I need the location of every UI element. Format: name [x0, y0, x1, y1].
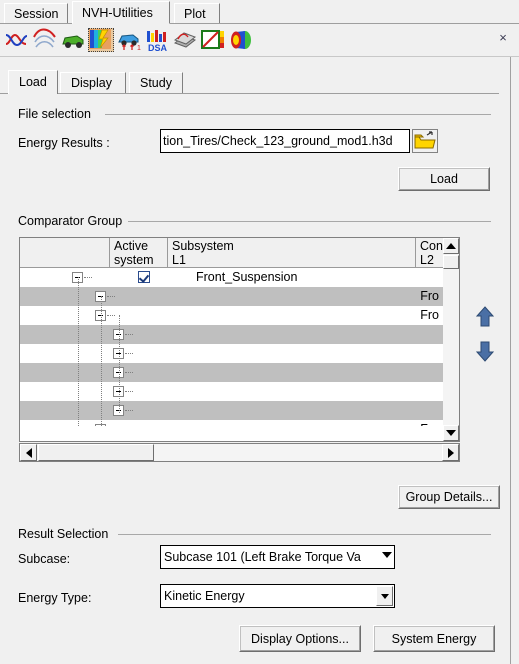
subcase-dropdown[interactable]: Subcase 101 (Left Brake Torque Va [160, 545, 395, 569]
comparator-table[interactable]: Active system Subsystem L1 Con L2 Front_… [19, 237, 460, 442]
sub-tab-divider [0, 93, 499, 94]
energy-type-label: Energy Type: [18, 591, 92, 605]
display-options-button[interactable]: Display Options... [239, 625, 361, 652]
panel-right-margin [511, 57, 519, 664]
active-system-checkbox[interactable] [138, 271, 150, 283]
tab-display[interactable]: Display [60, 72, 126, 93]
table-vertical-scrollbar[interactable] [443, 238, 459, 441]
triangle-left-icon [25, 447, 32, 458]
comparator-group-line [128, 221, 491, 222]
top-tab-bar: Session NVH-Utilities Plot [0, 0, 519, 24]
green-car-icon[interactable] [60, 28, 86, 52]
tab-nvh-utilities[interactable]: NVH-Utilities [72, 1, 170, 24]
energy-results-label: Energy Results : [18, 136, 110, 150]
curve-crossing-icon[interactable] [4, 28, 30, 52]
load-button-label: Load [430, 172, 458, 186]
table-header-connection[interactable]: Con L2 [416, 238, 445, 268]
table-row[interactable]: Front_Suspension [20, 268, 445, 287]
tab-study[interactable]: Study [129, 72, 183, 93]
close-icon[interactable]: × [495, 30, 511, 46]
svg-text:1: 1 [137, 45, 141, 52]
scroll-left-button[interactable] [20, 444, 37, 461]
chevron-down-icon[interactable] [382, 552, 392, 558]
triangle-right-icon [447, 447, 454, 458]
table-header-active-system[interactable]: Active system [110, 238, 168, 268]
tree-connector [107, 315, 115, 317]
system-energy-button-label: System Energy [391, 631, 477, 646]
tree-connector [125, 353, 133, 355]
tree-connector [125, 391, 133, 393]
group-details-button[interactable]: Group Details... [398, 485, 500, 509]
result-selection-group-label: Result Selection [18, 527, 115, 541]
scroll-right-button[interactable] [442, 444, 459, 461]
table-row[interactable]: Fro [20, 287, 445, 306]
connection-cell: Fro [420, 308, 439, 322]
sub-tab-bar: Load Display Study [0, 70, 511, 94]
icon-toolbar: 1 DSA [0, 24, 519, 56]
subcase-value: Subcase 101 (Left Brake Torque Va [164, 550, 361, 564]
table-row[interactable] [20, 325, 445, 344]
table-header-subsystem[interactable]: Subsystem L1 [168, 238, 416, 268]
tree-connector [107, 296, 115, 298]
arrow-down-icon[interactable] [474, 339, 496, 366]
scroll-down-button[interactable] [443, 425, 459, 441]
tab-load[interactable]: Load [8, 70, 58, 94]
table-row[interactable]: Fro [20, 306, 445, 325]
table-row[interactable] [20, 382, 445, 401]
triangle-down-icon [380, 593, 389, 599]
chevron-down-icon[interactable] [376, 586, 393, 606]
system-energy-button[interactable]: System Energy [373, 625, 495, 652]
tree-connector [125, 334, 133, 336]
cylinder-contour-icon[interactable] [228, 28, 254, 52]
diagonal-plot-icon[interactable] [200, 28, 226, 52]
connection-cell: Fro [420, 420, 439, 426]
subcase-label: Subcase: [18, 552, 71, 566]
energy-type-value: Kinetic Energy [164, 589, 245, 603]
tree-guide-line [101, 296, 103, 426]
file-selection-group-label: File selection [18, 107, 97, 121]
energy-type-dropdown[interactable]: Kinetic Energy [160, 584, 395, 608]
comparator-group-label: Comparator Group [18, 214, 129, 228]
tree-guide-line [78, 277, 80, 426]
tree-guide-line [119, 315, 121, 413]
group-details-button-label: Group Details... [405, 490, 493, 504]
scroll-up-button[interactable] [443, 238, 459, 254]
tree-connector [125, 410, 133, 412]
tree-connector [84, 277, 92, 279]
table-body: Front_Suspension Fro Fro [20, 268, 445, 426]
energy-results-input[interactable]: tion_Tires/Check_123_ground_mod1.h3d [160, 129, 410, 153]
table-row[interactable] [20, 363, 445, 382]
tree-connector [125, 372, 133, 374]
tab-plot[interactable]: Plot [174, 3, 220, 24]
triangle-down-icon [446, 430, 456, 436]
arrow-up-icon[interactable] [474, 305, 496, 332]
connection-cell: Fro [420, 289, 439, 303]
vertical-scroll-thumb[interactable] [443, 255, 459, 269]
blue-car-forces-icon[interactable]: 1 [116, 28, 142, 52]
nvh-utilities-panel: Load Display Study File selection Energy… [0, 57, 511, 664]
result-selection-group-line [118, 534, 491, 535]
mode-shape-icon[interactable] [32, 28, 58, 52]
triangle-up-icon [446, 243, 456, 249]
load-button[interactable]: Load [398, 167, 490, 191]
table-row[interactable] [20, 344, 445, 363]
file-selection-group-line [105, 114, 491, 115]
svg-text:DSA: DSA [148, 43, 168, 52]
dsa-bars-icon[interactable]: DSA [144, 28, 170, 52]
open-folder-icon[interactable] [412, 129, 438, 153]
subsystem-cell: Front_Suspension [196, 270, 298, 284]
tab-session[interactable]: Session [4, 3, 68, 24]
display-options-button-label: Display Options... [251, 631, 349, 646]
table-horizontal-scrollbar[interactable] [19, 443, 460, 462]
horizontal-scroll-thumb[interactable] [38, 444, 154, 461]
table-row[interactable] [20, 401, 445, 420]
table-header-blank[interactable] [20, 238, 110, 268]
table-row[interactable]: Fro [20, 420, 445, 426]
stacked-panels-icon[interactable] [172, 28, 198, 52]
energy-contour-icon[interactable] [88, 28, 114, 52]
